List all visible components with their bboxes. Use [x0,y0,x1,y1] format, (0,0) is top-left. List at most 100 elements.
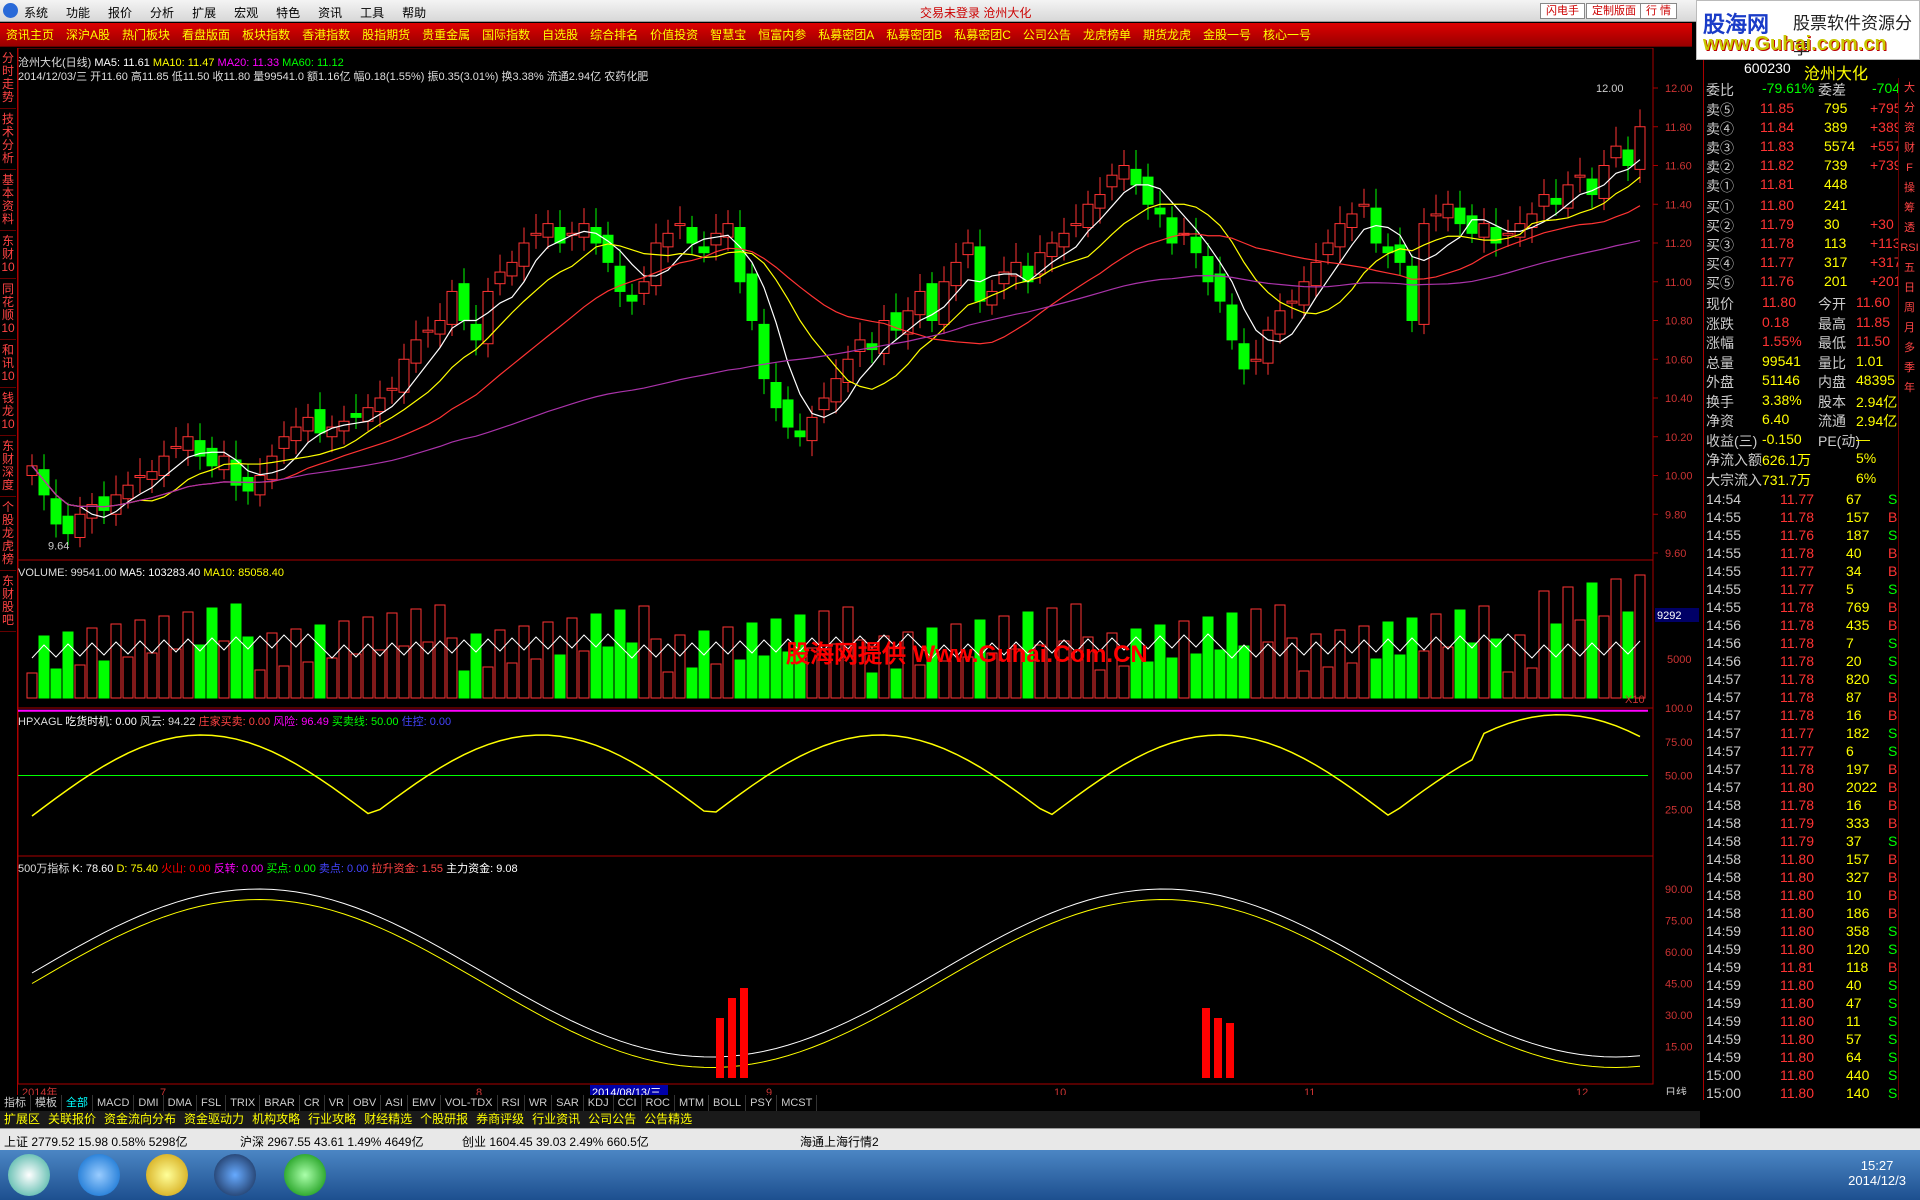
menu-1[interactable]: 功能 [66,6,90,20]
nav-item-5[interactable]: 香港指数 [296,23,356,47]
nav-item-17[interactable]: 公司公告 [1017,23,1077,47]
right-tool-3[interactable]: 财 [1899,138,1920,158]
right-tool-0[interactable]: 大 [1899,78,1920,98]
kline-chart-area[interactable]: 12.00 11.80 11.60 11.40 11.20 11.00 10.80 10.60… [18,48,1702,1100]
indicator-tab-8[interactable]: BRAR [260,1095,300,1111]
ie-icon[interactable] [78,1154,120,1196]
ext-tab-4[interactable]: 机构攻略 [248,1111,304,1128]
ext-tab-9[interactable]: 行业资讯 [528,1111,584,1128]
menu-0[interactable]: 系统 [24,6,48,20]
indicator-tab-11[interactable]: OBV [349,1095,382,1111]
nav-item-8[interactable]: 国际指数 [476,23,536,47]
indicator-tab-21[interactable]: MTM [675,1095,710,1111]
right-tool-13[interactable]: 多 [1899,338,1920,358]
nav-item-4[interactable]: 板块指数 [236,23,296,47]
menu-2[interactable]: 报价 [108,6,132,20]
nav-item-15[interactable]: 私募密团B [880,23,948,47]
nav-item-11[interactable]: 价值投资 [644,23,704,47]
indicator-tab-19[interactable]: CCI [614,1095,642,1111]
nav-item-12[interactable]: 智慧宝 [704,23,752,47]
indicator-tab-3[interactable]: MACD [93,1095,135,1111]
indicator-tab-24[interactable]: MCST [777,1095,818,1111]
ext-tab-10[interactable]: 公司公告 [584,1111,640,1128]
right-tool-7[interactable]: 透 [1899,218,1920,238]
ext-tab-1[interactable]: 关联报价 [44,1111,100,1128]
indicator-tab-9[interactable]: CR [300,1095,325,1111]
ext-tab-5[interactable]: 行业攻略 [304,1111,360,1128]
left-tab-0[interactable]: 分时走势 [0,48,16,109]
ext-tab-3[interactable]: 资金驱动力 [180,1111,248,1128]
right-tool-8[interactable]: RSI [1899,238,1920,258]
stock-app-icon[interactable] [214,1154,256,1196]
indicator-tab-15[interactable]: RSI [498,1095,525,1111]
left-tab-8[interactable]: 个股龙虎榜 [0,497,16,571]
right-tool-6[interactable]: 筹 [1899,198,1920,218]
indicator-tab-23[interactable]: PSY [746,1095,778,1111]
ext-tab-11[interactable]: 公告精选 [640,1111,696,1128]
indicator-tab-22[interactable]: BOLL [709,1095,747,1111]
nav-item-13[interactable]: 恒富内参 [752,23,812,47]
indicator-tab-16[interactable]: WR [525,1095,553,1111]
indicator-tab-1[interactable]: 模板 [31,1095,62,1111]
nav-item-0[interactable]: 资讯主页 [0,23,60,47]
nav-item-7[interactable]: 贵重金属 [416,23,476,47]
right-tool-5[interactable]: 操 [1899,178,1920,198]
indicator-tab-5[interactable]: DMA [164,1095,198,1111]
menu-8[interactable]: 工具 [360,6,384,20]
right-tool-2[interactable]: 资 [1899,118,1920,138]
nav-item-3[interactable]: 看盘版面 [176,23,236,47]
indicator-tab-13[interactable]: EMV [408,1095,441,1111]
nav-item-6[interactable]: 股指期货 [356,23,416,47]
indicator-tab-17[interactable]: SAR [552,1095,584,1111]
ext-tab-2[interactable]: 资金流向分布 [100,1111,180,1128]
right-tool-14[interactable]: 季 [1899,358,1920,378]
indicator-tab-18[interactable]: KDJ [584,1095,614,1111]
ext-tab-0[interactable]: 扩展区 [0,1111,44,1128]
right-tool-4[interactable]: F [1899,158,1920,178]
right-tool-9[interactable]: 五 [1899,258,1920,278]
browser-icon[interactable] [284,1154,326,1196]
ext-tab-8[interactable]: 券商评级 [472,1111,528,1128]
right-tool-10[interactable]: 日 [1899,278,1920,298]
right-tool-11[interactable]: 周 [1899,298,1920,318]
nav-item-16[interactable]: 私募密团C [948,23,1017,47]
left-tab-3[interactable]: 东财10 [0,231,16,279]
paint-icon[interactable] [146,1154,188,1196]
left-tab-5[interactable]: 和讯10 [0,340,16,388]
nav-item-9[interactable]: 自选股 [536,23,584,47]
right-tool-12[interactable]: 月 [1899,318,1920,338]
nav-item-1[interactable]: 深沪A股 [60,23,116,47]
quote-button[interactable]: 行 情 [1640,3,1678,19]
indicator-tab-2[interactable]: 全部 [62,1095,93,1111]
ext-tab-6[interactable]: 财经精选 [360,1111,416,1128]
nav-item-19[interactable]: 期货龙虎 [1137,23,1197,47]
nav-item-20[interactable]: 金股一号 [1197,23,1257,47]
menu-3[interactable]: 分析 [150,6,174,20]
start-button-icon[interactable] [8,1154,50,1196]
nav-item-2[interactable]: 热门板块 [116,23,176,47]
indicator-tab-20[interactable]: ROC [642,1095,675,1111]
flash-trade-button[interactable]: 闪电手 [1540,3,1585,19]
left-tab-9[interactable]: 东财股吧 [0,571,16,632]
indicator-tab-10[interactable]: VR [325,1095,349,1111]
left-tab-6[interactable]: 钱龙10 [0,388,16,436]
nav-item-10[interactable]: 综合排名 [584,23,644,47]
menu-5[interactable]: 宏观 [234,6,258,20]
ext-tab-7[interactable]: 个股研报 [416,1111,472,1128]
right-tool-1[interactable]: 分 [1899,98,1920,118]
nav-item-21[interactable]: 核心一号 [1257,23,1317,47]
menu-9[interactable]: 帮助 [402,6,426,20]
indicator-tab-4[interactable]: DMI [134,1095,164,1111]
left-tab-4[interactable]: 同花顺10 [0,279,16,340]
indicator-tab-12[interactable]: ASI [381,1095,408,1111]
indicator-tab-6[interactable]: FSL [197,1095,227,1111]
menu-6[interactable]: 特色 [276,6,300,20]
left-tab-2[interactable]: 基本资料 [0,170,16,231]
indicator-tab-0[interactable]: 指标 [0,1095,31,1111]
left-tab-7[interactable]: 东财深度 [0,436,16,497]
indicator-tab-14[interactable]: VOL-TDX [441,1095,498,1111]
right-tool-15[interactable]: 年 [1899,378,1920,398]
menu-7[interactable]: 资讯 [318,6,342,20]
indicator-tab-7[interactable]: TRIX [226,1095,261,1111]
left-tab-1[interactable]: 技术分析 [0,109,16,170]
